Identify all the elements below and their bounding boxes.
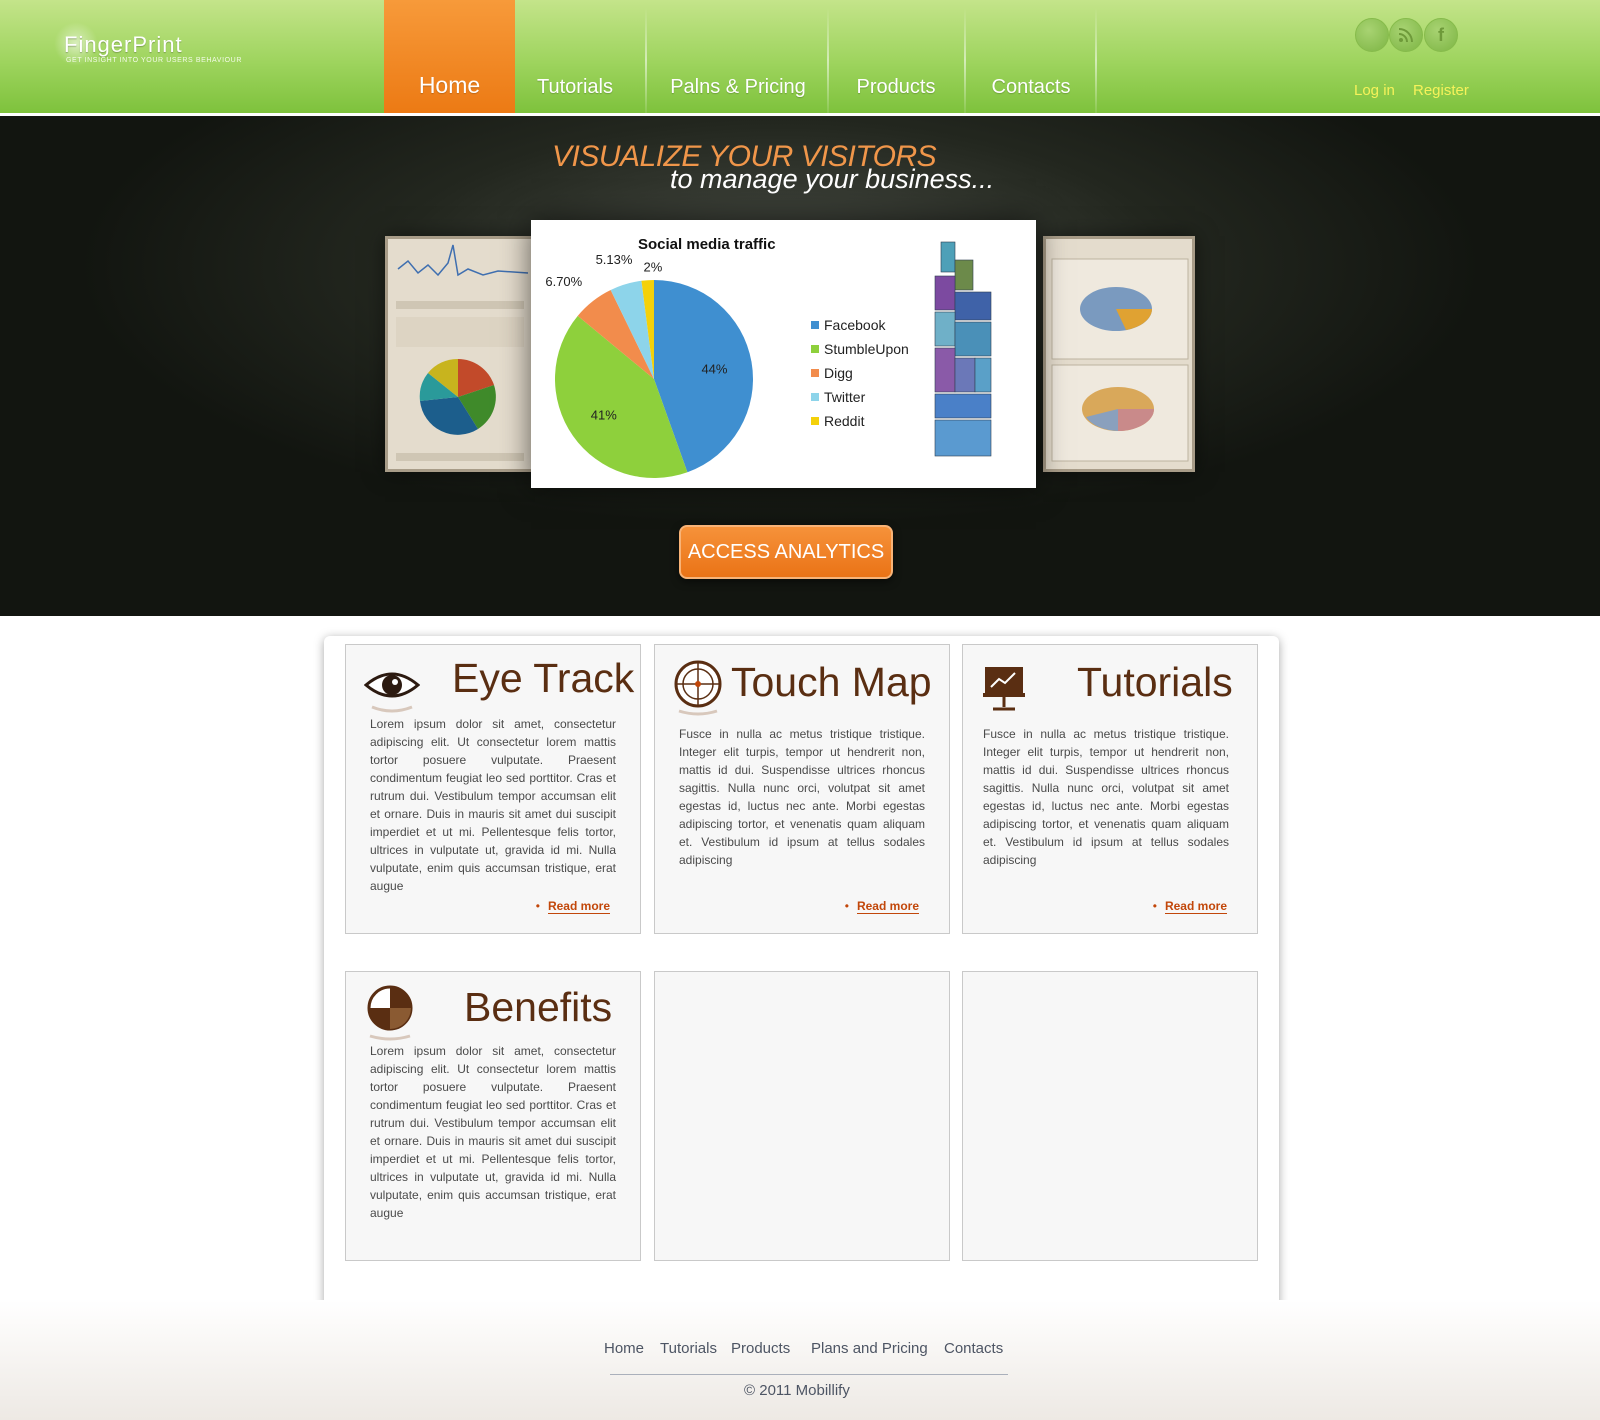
- register-link[interactable]: Register: [1413, 82, 1469, 99]
- bullet-icon: •: [844, 899, 849, 913]
- nav-home[interactable]: Home: [384, 0, 515, 113]
- feature-text: Lorem ipsum dolor sit amet, consectetur …: [370, 1044, 616, 1220]
- pie-chart-icon: [366, 984, 422, 1044]
- analytics-screenshot-left-art: [396, 244, 529, 461]
- footer-link-tutorials[interactable]: Tutorials: [660, 1340, 717, 1357]
- facebook-icon[interactable]: f: [1424, 18, 1458, 52]
- presentation-icon: [983, 665, 1039, 725]
- hero-banner: VISUALIZE YOUR VISITORS to manage your b…: [0, 116, 1600, 616]
- legend-label-twitter: Twitter: [824, 389, 866, 405]
- legend-label-digg: Digg: [824, 365, 853, 381]
- feature-title: Eye Track: [452, 655, 635, 701]
- site-logo[interactable]: FingerPrint GET INSIGHT INTO YOUR USERS …: [54, 22, 260, 74]
- copyright-icon: ©: [744, 1382, 756, 1399]
- logo-name: FingerPrint: [64, 32, 183, 57]
- copyright: © 2011 Mobillify: [744, 1382, 850, 1399]
- bullet-icon: •: [1152, 899, 1157, 913]
- analytics-screenshot-right: [1043, 236, 1195, 472]
- analytics-screenshot-right-art: [1051, 258, 1189, 462]
- pie-label-reddit: 2%: [644, 259, 663, 274]
- legend-swatch-twitter: [811, 393, 819, 401]
- footer-link-products[interactable]: Products: [731, 1340, 790, 1357]
- copyright-text: 2011 Mobillify: [759, 1382, 850, 1399]
- empty-feature-box: [962, 971, 1258, 1261]
- nav-divider: [645, 8, 647, 113]
- feature-eye-track: Eye Track Lorem ipsum dolor sit amet, co…: [345, 644, 641, 934]
- rss-glyph: [1398, 28, 1413, 43]
- nav-tutorials[interactable]: Tutorials: [520, 0, 630, 113]
- site-footer: [0, 1300, 1600, 1420]
- circle-icon[interactable]: [1355, 18, 1389, 52]
- pie-label-facebook: 44%: [701, 361, 727, 376]
- legend-label-facebook: Facebook: [824, 317, 886, 333]
- legend-label-stumbleupon: StumbleUpon: [824, 341, 909, 357]
- feature-benefits: Benefits Lorem ipsum dolor sit amet, con…: [345, 971, 641, 1261]
- feature-text: Fusce in nulla ac metus tristique tristi…: [983, 727, 1229, 867]
- tetris-decoration: [934, 241, 992, 457]
- footer-divider: [610, 1374, 1008, 1375]
- nav-plans-pricing[interactable]: Palns & Pricing: [648, 0, 828, 113]
- site-header: FingerPrint GET INSIGHT INTO YOUR USERS …: [0, 0, 1600, 116]
- legend-label-reddit: Reddit: [824, 413, 865, 429]
- feature-tutorials: Tutorials Fusce in nulla ac metus tristi…: [962, 644, 1258, 934]
- feature-touch-map: Touch Map Fusce in nulla ac metus tristi…: [654, 644, 950, 934]
- footer-link-plans-pricing[interactable]: Plans and Pricing: [811, 1340, 928, 1357]
- read-more-link[interactable]: Read more: [856, 899, 919, 914]
- analytics-screenshot-left: [385, 236, 535, 472]
- bullet-icon: •: [535, 899, 540, 913]
- feature-title: Benefits: [464, 984, 613, 1030]
- legend-swatch-reddit: [811, 417, 819, 425]
- nav-contacts[interactable]: Contacts: [967, 0, 1095, 113]
- footer-link-home[interactable]: Home: [604, 1340, 644, 1357]
- nav-divider: [1095, 8, 1097, 113]
- access-analytics-button[interactable]: ACCESS ANALYTICS: [679, 525, 893, 579]
- nav-divider: [827, 8, 829, 113]
- feature-text: Fusce in nulla ac metus tristique tristi…: [679, 727, 925, 867]
- rss-icon[interactable]: [1389, 18, 1423, 52]
- nav-products[interactable]: Products: [830, 0, 962, 113]
- feature-title: Touch Map: [731, 659, 932, 705]
- pie-label-stumbleupon: 41%: [591, 407, 617, 422]
- footer-link-contacts[interactable]: Contacts: [944, 1340, 1003, 1357]
- chart-card: Social media traffic 44% 41% 6.70% 5.13% 2% …: [531, 220, 1036, 488]
- empty-feature-box: [654, 971, 950, 1261]
- social-traffic-pie-chart: Social media traffic 44%41%6.70%5.13% 2% …: [545, 236, 992, 479]
- eye-icon: [363, 663, 421, 723]
- pie-label-twitter: 5.13%: [596, 252, 633, 267]
- features-panel: Eye Track Lorem ipsum dolor sit amet, co…: [324, 636, 1279, 1328]
- nav-divider: [964, 8, 966, 113]
- logo-tagline: GET INSIGHT INTO YOUR USERS BEHAVIOUR: [66, 57, 242, 64]
- crosshair-icon: [673, 659, 729, 719]
- read-more-link[interactable]: Read more: [547, 899, 610, 914]
- legend-swatch-stumbleupon: [811, 345, 819, 353]
- legend-swatch-digg: [811, 369, 819, 377]
- pie-label-digg: 6.70%: [545, 274, 582, 289]
- legend-swatch-facebook: [811, 321, 819, 329]
- chart-title: Social media traffic: [638, 236, 776, 253]
- hero-subtitle: to manage your business...: [670, 164, 995, 194]
- feature-title: Tutorials: [1077, 659, 1233, 705]
- read-more-link[interactable]: Read more: [1164, 899, 1227, 914]
- feature-text: Lorem ipsum dolor sit amet, consectetur …: [370, 717, 616, 893]
- login-link[interactable]: Log in: [1354, 82, 1395, 99]
